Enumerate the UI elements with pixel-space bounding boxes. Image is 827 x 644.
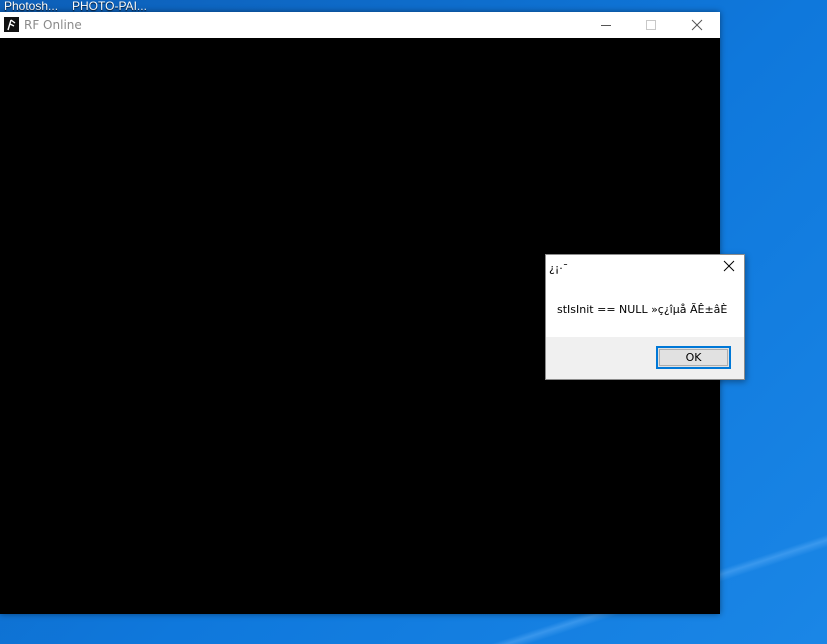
desktop-icon-photo-paint[interactable]: PHOTO-PAI...	[72, 0, 147, 12]
error-dialog: ¿¡·¯ stIsInit == NULL »ç¿îµå ÃÊ±âÈ­ OK	[545, 254, 745, 380]
desktop-icon-label: PHOTO-PAI...	[72, 0, 147, 12]
dialog-title: ¿¡·¯	[549, 262, 569, 275]
desktop-icon-photoshop[interactable]: Photosh...	[4, 0, 58, 12]
desktop-icon-label: Photosh...	[4, 0, 59, 12]
close-icon	[691, 19, 703, 31]
minimize-icon	[601, 25, 611, 26]
maximize-icon	[646, 20, 656, 30]
dialog-message: stIsInit == NULL »ç¿îµå ÃÊ±âÈ­	[557, 303, 728, 316]
window-title: RF Online	[24, 18, 82, 32]
close-icon	[723, 260, 735, 272]
rf-online-app-icon[interactable]	[4, 17, 19, 32]
dialog-button-bar: OK	[546, 337, 744, 379]
dialog-close-button[interactable]	[714, 255, 744, 279]
ok-button-label: OK	[685, 351, 702, 364]
minimize-button[interactable]	[582, 12, 628, 38]
window-titlebar[interactable]: RF Online	[0, 12, 720, 38]
close-button[interactable]	[674, 12, 720, 38]
ok-button[interactable]: OK	[656, 346, 731, 369]
maximize-button[interactable]	[628, 12, 674, 38]
